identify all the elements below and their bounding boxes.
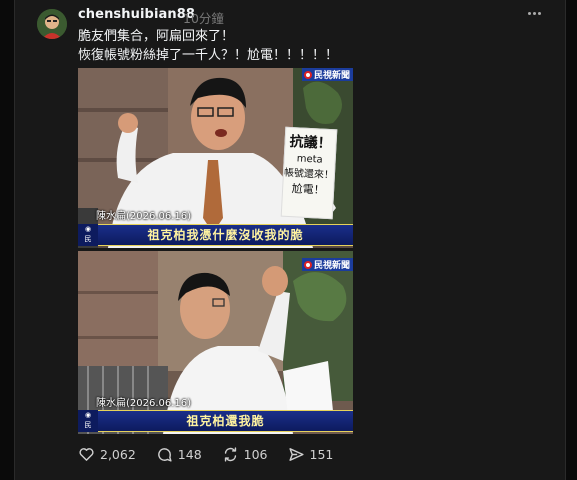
sign-line-4: 尬電！ xyxy=(291,182,325,197)
reply-icon xyxy=(157,448,172,462)
news-logo-icon xyxy=(303,70,312,79)
name-tag: 陳水扁(2026.06.16) xyxy=(96,211,192,222)
post-text: 脆友們集合，阿扁回來了！ 恢復帳號粉絲掉了一千人？！尬電！！！！！ xyxy=(78,27,338,65)
repost-button[interactable]: 106 xyxy=(222,446,268,463)
share-icon xyxy=(288,448,304,461)
post-time: 10分鐘 xyxy=(183,11,224,26)
channel-corner-icon: ◉ 民 xyxy=(78,224,98,246)
username[interactable]: chenshuibian88 xyxy=(78,7,195,22)
reply-button[interactable]: 148 xyxy=(156,446,202,463)
news-logo-text: 民視新聞 xyxy=(313,261,350,271)
post-text-line-1: 脆友們集合，阿扁回來了！ xyxy=(78,29,235,44)
avatar[interactable] xyxy=(37,9,67,39)
repost-icon xyxy=(224,447,236,462)
like-button[interactable]: 2,062 xyxy=(78,446,136,463)
repost-count: 106 xyxy=(243,447,268,462)
news-logo-text: 民視新聞 xyxy=(313,71,350,81)
news-logo-icon xyxy=(303,260,312,269)
post-image-1[interactable]: 抗議！ meta 帳號還來！ 尬電！ 民視新聞 陳水扁(2026.06.16) … xyxy=(78,68,353,248)
more-icon[interactable] xyxy=(525,4,543,22)
sign-line-3: 帳號還來！ xyxy=(283,167,335,182)
protest-sign: 抗議！ meta 帳號還來！ 尬電！ xyxy=(280,126,338,220)
channel-corner-icon: ◉ 民 xyxy=(78,410,98,432)
share-count: 151 xyxy=(309,447,334,462)
news-banner: 祖克柏還我脆 xyxy=(98,410,353,432)
like-count: 2,062 xyxy=(100,447,136,462)
sign-line-1: 抗議！ xyxy=(289,133,332,153)
news-logo: 民視新聞 xyxy=(301,258,353,271)
news-banner: 祖克柏我憑什麼沒收我的脆 xyxy=(98,224,353,246)
news-logo: 民視新聞 xyxy=(301,68,353,81)
share-button[interactable]: 151 xyxy=(288,446,334,463)
post-image-2[interactable]: 民視新聞 陳水扁(2026.06.16) ◉ 民 祖克柏還我脆 xyxy=(78,251,353,434)
post-text-line-2: 恢復帳號粉絲掉了一千人？！尬電！！！！！ xyxy=(78,48,339,63)
name-tag: 陳水扁(2026.06.16) xyxy=(96,398,192,409)
reply-count: 148 xyxy=(177,447,202,462)
post-actions: 2,062 148 106 151 xyxy=(78,446,353,463)
thread-post-card: chenshuibian88 10分鐘 脆友們集合，阿扁回來了！ 恢復帳號粉絲掉… xyxy=(14,0,566,480)
heart-icon xyxy=(79,448,94,461)
